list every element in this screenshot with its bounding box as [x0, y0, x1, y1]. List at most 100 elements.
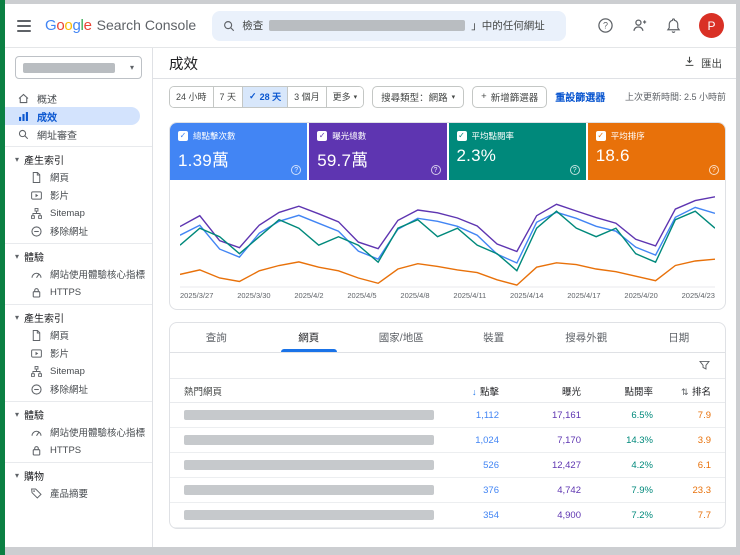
- page-header: 成效 匯出: [153, 48, 736, 79]
- cell-position: 6.1: [667, 452, 725, 478]
- cwv-icon: [30, 426, 43, 439]
- url-inspection-searchbox[interactable]: 檢查 」中的任何網址: [212, 10, 567, 41]
- cell-ctr: 7.2%: [595, 502, 667, 528]
- metric-card-impressions[interactable]: ✓ 曝光總數 59.7萬?: [309, 123, 447, 180]
- column-clicks[interactable]: ↓ 點擊: [435, 378, 513, 403]
- cell-clicks: 1,112: [435, 402, 513, 428]
- export-button[interactable]: 匯出: [683, 55, 722, 71]
- notifications-icon[interactable]: [665, 17, 682, 34]
- help-icon[interactable]: ?: [709, 165, 719, 175]
- check-icon: ✓: [249, 91, 257, 101]
- sidebar-item-page[interactable]: 網頁: [5, 168, 152, 186]
- sidebar-item-remove[interactable]: 移除網址: [5, 380, 152, 398]
- column-ctr[interactable]: 點閱率: [595, 378, 667, 403]
- chevron-down-icon: ▾: [451, 93, 456, 101]
- table-row-4[interactable]: 354 4,900 7.2% 7.7: [170, 502, 725, 528]
- date-option-0[interactable]: 24 小時: [170, 86, 213, 107]
- last-updated-text: 上次更新時間: 2.5 小時前: [624, 92, 726, 102]
- sidebar-item-sitemap[interactable]: Sitemap: [5, 204, 152, 222]
- sidebar-item-overview[interactable]: 概述: [5, 89, 152, 107]
- table-row-1[interactable]: 1,024 7,170 14.3% 3.9: [170, 427, 725, 453]
- app-logo[interactable]: Google Search Console: [45, 17, 196, 34]
- product-icon: [30, 487, 43, 500]
- sidebar-section-4[interactable]: ▾ 產生索引: [5, 150, 152, 168]
- avatar[interactable]: P: [699, 13, 724, 38]
- tab-4[interactable]: 搜尋外觀: [540, 323, 633, 352]
- date-option-3[interactable]: 3 個月: [287, 86, 326, 107]
- sidebar-item-https[interactable]: HTTPS: [5, 283, 152, 301]
- sidebar-item-product[interactable]: 產品摘要: [5, 484, 152, 502]
- sidebar-item-sitemap[interactable]: Sitemap: [5, 362, 152, 380]
- checkbox-checked-icon[interactable]: ✓: [178, 131, 188, 141]
- help-icon[interactable]: ?: [569, 165, 580, 175]
- chevron-down-icon: ▾: [129, 63, 134, 72]
- sidebar-item-video[interactable]: 影片: [5, 186, 152, 204]
- sidebar-item-cwv[interactable]: 網站使用體驗核心指標: [5, 423, 152, 441]
- sort-icon: ⇅: [680, 386, 691, 397]
- search-console-window: Google Search Console 檢查 」中的任何網址 ? P ▾ 概…: [5, 4, 736, 547]
- metric-card-position[interactable]: ✓ 平均排序 18.6?: [587, 123, 725, 180]
- tab-3[interactable]: 裝置: [448, 323, 541, 352]
- redacted-page-url: [184, 459, 434, 470]
- redacted-property-name: [269, 20, 466, 31]
- logo-product-name: Search Console: [96, 17, 197, 33]
- column-top-pages[interactable]: 熱門網頁: [170, 378, 435, 403]
- metric-card-clicks[interactable]: ✓ 總點擊次數 1.39萬?: [170, 123, 308, 180]
- filter-icon[interactable]: [698, 359, 711, 372]
- sitemap-icon: [30, 207, 43, 220]
- cell-ctr: 7.9%: [595, 477, 667, 503]
- chart-line-position: [180, 259, 715, 285]
- search-suffix-text: 」中的任何網址: [471, 20, 545, 32]
- table-row-2[interactable]: 526 12,427 4.2% 6.1: [170, 452, 725, 478]
- reset-filters-link[interactable]: 重設篩選器: [555, 89, 605, 104]
- tab-5[interactable]: 日期: [633, 323, 726, 352]
- sidebar-section-14[interactable]: ▾ 產生索引: [5, 308, 152, 326]
- sidebar-section-20[interactable]: ▾ 體驗: [5, 405, 152, 423]
- date-option-4[interactable]: 更多 ▾: [325, 86, 364, 107]
- sidebar-item-video[interactable]: 影片: [5, 344, 152, 362]
- checkbox-checked-icon[interactable]: ✓: [595, 131, 606, 141]
- table-row-3[interactable]: 376 4,742 7.9% 23.3: [170, 477, 725, 503]
- metric-cards: ✓ 總點擊次數 1.39萬? ✓ 曝光總數 59.7萬? ✓ 平均點閱率 2.3%? ✓ 平均排序 1…: [170, 123, 725, 180]
- redacted-page-url: [184, 484, 434, 495]
- sidebar-item-page[interactable]: 網頁: [5, 326, 152, 344]
- date-option-2[interactable]: ✓ 28 天: [242, 86, 288, 107]
- tab-2[interactable]: 國家/地區: [355, 323, 448, 352]
- help-icon[interactable]: ?: [430, 165, 441, 175]
- sidebar-section-24[interactable]: ▾ 購物: [5, 466, 152, 484]
- dimension-tabs: 查詢 網頁 國家/地區 裝置 搜尋外觀 日期: [170, 323, 725, 353]
- add-user-icon[interactable]: [631, 17, 648, 34]
- checkbox-checked-icon[interactable]: ✓: [456, 131, 467, 141]
- performance-line-chart: [180, 192, 715, 288]
- column-impressions[interactable]: 曝光: [513, 378, 595, 403]
- search-type-chip[interactable]: 搜尋類型：網路 ▾: [372, 85, 465, 108]
- metric-card-ctr[interactable]: ✓ 平均點閱率 2.3%?: [448, 123, 586, 180]
- chevron-down-icon: ▾: [15, 470, 20, 480]
- tab-1[interactable]: 網頁: [263, 323, 356, 352]
- cell-clicks: 1,024: [435, 427, 513, 453]
- https-icon: [30, 444, 43, 457]
- chevron-down-icon: ▾: [15, 251, 20, 261]
- sidebar-item-performance[interactable]: 成效: [5, 107, 140, 125]
- sidebar-item-cwv[interactable]: 網站使用體驗核心指標: [5, 265, 152, 283]
- property-selector[interactable]: ▾: [15, 56, 142, 79]
- redacted-page-url: [184, 434, 434, 445]
- cell-ctr: 4.2%: [595, 452, 667, 478]
- add-filter-chip[interactable]: + 新增篩選器: [472, 85, 548, 108]
- sidebar-item-https[interactable]: HTTPS: [5, 441, 152, 459]
- x-axis-tick: 2025/4/11: [453, 291, 487, 300]
- tab-0[interactable]: 查詢: [170, 323, 263, 352]
- column-position[interactable]: ⇅ 排名: [667, 378, 725, 403]
- screen: Google Search Console 檢查 」中的任何網址 ? P ▾ 概…: [0, 0, 740, 555]
- help-icon[interactable]: ?: [291, 165, 302, 175]
- table-row-0[interactable]: 1,112 17,161 6.5% 7.9: [170, 402, 725, 428]
- sidebar-section-10[interactable]: ▾ 體驗: [5, 247, 152, 265]
- sidebar-item-inspect[interactable]: 網址審查: [5, 125, 152, 143]
- date-range-segment: 24 小時 7 天 ✓ 28 天3 個月 更多 ▾: [169, 85, 365, 108]
- help-icon[interactable]: ?: [597, 17, 614, 34]
- sidebar-item-remove[interactable]: 移除網址: [5, 222, 152, 240]
- menu-icon[interactable]: [15, 18, 33, 34]
- top-pages-table: 熱門網頁 ↓ 點擊 曝光 點閱率 ⇅ 排名 1,112 17,161 6.5% 7.9 1,02…: [170, 378, 725, 528]
- checkbox-checked-icon[interactable]: ✓: [317, 131, 328, 141]
- date-option-1[interactable]: 7 天: [212, 86, 243, 107]
